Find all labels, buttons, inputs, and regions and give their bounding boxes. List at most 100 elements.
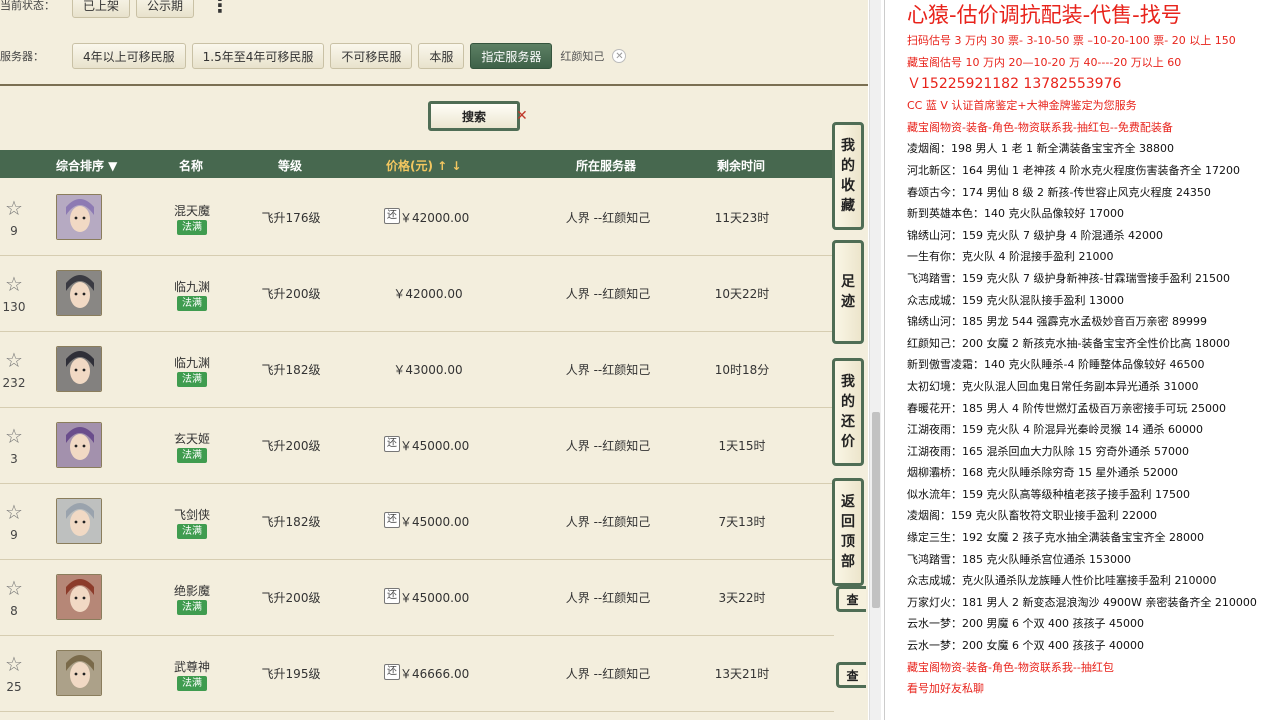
sort-header[interactable]: 综合排序 ▼ <box>56 157 117 174</box>
note-line: 藏宝阁估号 10 万内 20—10-20 万 40----20 万以上 60 <box>907 55 1182 69</box>
server-filter-row: 服务器： 4年以上可移民服 1.5年至4年可移民服 不可移民服 本服 指定服务器… <box>0 39 627 73</box>
class-badge: 法满 <box>177 296 207 311</box>
character-avatar[interactable] <box>56 650 102 696</box>
remaining-time: 11天23时 <box>714 211 770 225</box>
class-badge: 法满 <box>177 372 207 387</box>
favorite-count: 25 <box>6 680 22 694</box>
back-to-top-tab[interactable]: 返回顶部 <box>832 478 864 586</box>
table-row[interactable]: ☆ 25 武尊神 法满 飞升195级 还 ￥46666.00 人界 --红颜知己 13天21时 <box>0 636 834 712</box>
character-name[interactable]: 武尊神 <box>160 658 224 675</box>
my-favorites-tab[interactable]: 我的收藏 <box>832 122 864 230</box>
returnable-icon: 还 <box>384 436 400 452</box>
returnable-icon: 还 <box>384 512 400 528</box>
character-avatar[interactable] <box>56 574 102 620</box>
status-option-listed[interactable]: 已上架 <box>72 0 131 18</box>
remaining-time: 7天13时 <box>718 515 766 529</box>
status-filter-label: 当前状态： <box>0 0 55 12</box>
character-level: 飞升200级 <box>261 287 321 301</box>
returnable-icon: 还 <box>384 588 400 604</box>
price: ￥45000.00 <box>400 439 470 453</box>
server-name: 人界 --红颜知己 <box>565 515 651 529</box>
clear-server-icon[interactable]: ✕ <box>612 49 627 63</box>
more-icon[interactable]: ⋮ <box>210 0 230 15</box>
server-option-this[interactable]: 本服 <box>418 43 465 69</box>
my-bargain-tab[interactable]: 我的还价 <box>832 358 864 466</box>
character-name[interactable]: 临九渊 <box>160 354 224 371</box>
scrollbar-thumb[interactable] <box>872 412 880 608</box>
note-line: 扫码估号 3 万内 30 票- 3-10-50 票 –10-20-100 票- … <box>907 34 1236 47</box>
table-row[interactable]: ☆ 8 绝影魔 法满 飞升200级 还 ￥45000.00 人界 --红颜知己 3天22时 <box>0 560 834 636</box>
footprint-tab[interactable]: 足迹 <box>832 240 864 344</box>
view-tab-1[interactable]: 查 <box>836 586 866 612</box>
server-option-no-migrate[interactable]: 不可移民服 <box>330 43 413 69</box>
table-row[interactable]: ☆ 3 玄天姬 法满 飞升200级 还 ￥45000.00 人界 --红颜知己 1天15时 <box>0 408 834 484</box>
character-avatar[interactable] <box>56 422 102 468</box>
table-row[interactable]: ☆ 9 飞剑侠 法满 飞升182级 还 ￥45000.00 人界 --红颜知己 7天13时 <box>0 484 834 560</box>
server-option-4y[interactable]: 4年以上可移民服 <box>72 43 186 69</box>
view-tab-2[interactable]: 查 <box>836 662 866 688</box>
character-name[interactable]: 混天魔 <box>160 202 224 219</box>
character-avatar[interactable] <box>56 270 102 316</box>
favorite-count: 8 <box>10 604 18 618</box>
note-line: 烟柳灞桥：168 克火队睡杀除穷奇 15 星外通杀 52000 <box>907 466 1178 480</box>
note-line: 云水一梦：200 女魔 6 个双 400 孩孩子 40000 <box>907 639 1144 653</box>
note-line: 春暖花开：185 男人 4 阶传世燃灯孟极百万亲密接手可玩 25000 <box>907 401 1226 415</box>
scrollbar[interactable] <box>869 0 881 720</box>
note-line: 万家灯火：181 男人 2 新变态混浪淘沙 4900W 亲密装备齐全 21000… <box>907 595 1257 609</box>
price-header[interactable]: 价格(元) ↑ ↓ <box>386 157 461 174</box>
note-line: 春颂古今：174 男仙 8 级 2 新孩-传世容止风克火程度 24350 <box>907 185 1211 199</box>
note-line: 众志成城：159 克火队混队接手盈利 13000 <box>907 293 1124 307</box>
level-header: 等级 <box>278 159 303 173</box>
class-badge: 法满 <box>177 448 207 463</box>
note-line: 凌烟阁：198 男人 1 老 1 新全满装备宝宝齐全 38800 <box>907 142 1174 156</box>
favorite-star-icon[interactable]: ☆ <box>4 274 24 294</box>
note-line: 飞鸿踏雪：159 克火队 7 级护身新神孩-甘霖瑞雪接手盈利 21500 <box>907 271 1230 285</box>
server-option-1-5y[interactable]: 1.5年至4年可移民服 <box>191 43 325 69</box>
status-option-public[interactable]: 公示期 <box>136 0 195 18</box>
note-line: 藏宝阁物资-装备-角色-物资联系我-抽红包--免费配装备 <box>907 120 1173 134</box>
character-avatar[interactable] <box>56 498 102 544</box>
note-line: 红颜知己：200 女魔 2 新孩克水抽-装备宝宝齐全性价比高 18000 <box>907 336 1230 350</box>
server-name: 人界 --红颜知己 <box>565 363 651 377</box>
favorite-star-icon[interactable]: ☆ <box>4 654 24 674</box>
search-button[interactable]: 搜索 <box>428 101 520 131</box>
note-line: 一生有你：克火队 4 阶混接手盈利 21000 <box>907 250 1114 264</box>
character-name[interactable]: 玄天姬 <box>160 430 224 447</box>
character-avatar[interactable] <box>56 346 102 392</box>
note-line: CC 蓝 V 认证首席鉴定+大神金牌鉴定为您服务 <box>907 99 1137 113</box>
note-line: 似水流年：159 克火队高等级种植老孩子接手盈利 17500 <box>907 487 1190 501</box>
character-name[interactable]: 临九渊 <box>160 278 224 295</box>
filter-divider <box>0 84 868 86</box>
note-line: 江湖夜雨：159 克火队 4 阶混异光秦岭灵猴 14 通杀 60000 <box>907 423 1203 437</box>
note-line: 太初幻境：克火队混人回血鬼日常任务副本异光通杀 31000 <box>907 379 1199 393</box>
note-line: 看号加好友私聊 <box>907 682 984 696</box>
server-name: 人界 --红颜知己 <box>565 211 651 225</box>
server-filter-label: 服务器： <box>0 50 44 63</box>
price: ￥42000.00 <box>393 287 463 301</box>
favorite-star-icon[interactable]: ☆ <box>4 578 24 598</box>
price: ￥43000.00 <box>393 363 463 377</box>
character-name[interactable]: 绝影魔 <box>160 582 224 599</box>
table-header: 综合排序 ▼ 名称 等级 价格(元) ↑ ↓ 所在服务器 剩余时间 <box>0 150 834 178</box>
character-name[interactable]: 飞剑侠 <box>160 506 224 523</box>
favorite-count: 232 <box>2 376 26 390</box>
note-line: 缘定三生：192 女魔 2 孩子克水抽全满装备宝宝齐全 28000 <box>907 531 1204 545</box>
remaining-time: 1天15时 <box>718 439 766 453</box>
table-row[interactable]: ☆ 130 临九渊 法满 飞升200级 ￥42000.00 人界 --红颜知己 10天22时 <box>0 256 834 332</box>
notes-list: 扫码估号 3 万内 30 票- 3-10-50 票 –10-20-100 票- … <box>907 30 1280 700</box>
note-line: 飞鸿踏雪：185 克火队睡杀宫位通杀 153000 <box>907 552 1131 566</box>
favorite-star-icon[interactable]: ☆ <box>4 198 24 218</box>
note-line: 锦绣山河：185 男龙 544 强霹克水孟极妙音百万亲密 89999 <box>907 315 1207 329</box>
server-option-specified[interactable]: 指定服务器 <box>470 43 553 69</box>
name-header: 名称 <box>179 159 204 173</box>
character-avatar[interactable] <box>56 194 102 240</box>
table-row[interactable]: ☆ 9 混天魔 法满 飞升176级 还 ￥42000.00 人界 --红颜知己 11天23时 <box>0 180 834 256</box>
remaining-time: 13天21时 <box>714 667 770 681</box>
favorite-star-icon[interactable]: ☆ <box>4 426 24 446</box>
favorite-star-icon[interactable]: ☆ <box>4 350 24 370</box>
server-name: 人界 --红颜知己 <box>565 591 651 605</box>
favorite-star-icon[interactable]: ☆ <box>4 502 24 522</box>
favorite-count: 130 <box>2 300 26 314</box>
table-row[interactable]: ☆ 232 临九渊 法满 飞升182级 ￥43000.00 人界 --红颜知己 10时18分 <box>0 332 834 408</box>
note-line: 云水一梦：200 男魔 6 个双 400 孩孩子 45000 <box>907 617 1144 631</box>
